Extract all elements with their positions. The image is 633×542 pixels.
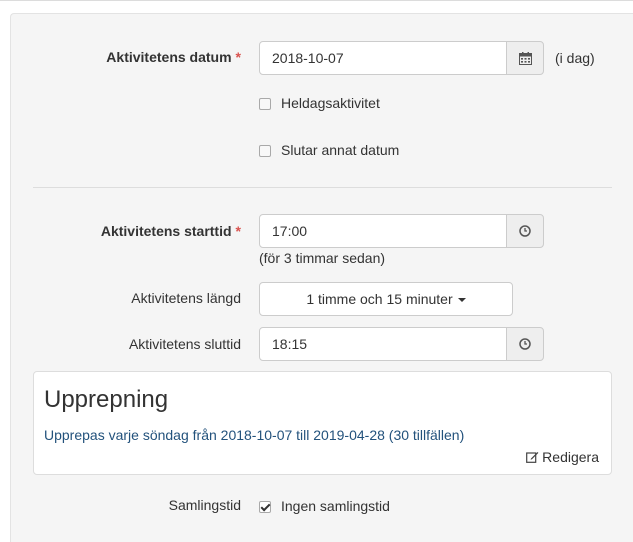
date-relative-text: (i dag) xyxy=(555,50,595,66)
repeat-panel: Upprepning Upprepas varje söndag från 20… xyxy=(33,371,612,475)
start-time-value: 17:00 xyxy=(272,223,308,239)
clock-icon xyxy=(519,338,531,350)
start-time-label-text: Aktivitetens starttid xyxy=(100,223,232,239)
date-input-value: 2018-10-07 xyxy=(272,50,344,66)
end-other-date-checkbox[interactable] xyxy=(259,145,271,157)
calendar-icon xyxy=(518,51,532,65)
duration-dropdown[interactable]: 1 timme och 15 minuter xyxy=(259,282,513,316)
caret-down-icon xyxy=(457,298,466,303)
duration-label: Aktivitetens längd xyxy=(131,290,241,306)
date-label-text: Aktivitetens datum xyxy=(106,49,232,65)
start-time-label: Aktivitetens starttid * xyxy=(101,223,241,239)
all-day-label[interactable]: Heldagsaktivitet xyxy=(281,95,380,111)
date-label: Aktivitetens datum * xyxy=(106,49,241,65)
date-input[interactable]: 2018-10-07 xyxy=(259,41,507,75)
end-time-picker-button[interactable] xyxy=(506,327,544,361)
no-gathering-checkbox[interactable] xyxy=(259,501,271,513)
repeat-edit-link[interactable]: Redigera xyxy=(526,449,599,465)
end-other-date-label[interactable]: Slutar annat datum xyxy=(281,142,399,158)
top-divider xyxy=(0,0,633,1)
end-time-input[interactable]: 18:15 xyxy=(259,327,507,361)
repeat-description[interactable]: Upprepas varje söndag från 2018-10-07 ti… xyxy=(44,427,464,443)
section-divider xyxy=(33,187,612,188)
start-time-input[interactable]: 17:00 xyxy=(259,214,507,248)
date-picker-button[interactable] xyxy=(506,41,544,75)
edit-icon xyxy=(526,452,539,463)
all-day-checkbox[interactable] xyxy=(259,98,271,110)
repeat-edit-label: Redigera xyxy=(542,449,599,465)
date-required-marker: * xyxy=(235,49,241,65)
duration-value: 1 timme och 15 minuter xyxy=(306,291,453,307)
repeat-title: Upprepning xyxy=(44,386,169,413)
end-time-value: 18:15 xyxy=(272,336,308,352)
start-time-hint: (för 3 timmar sedan) xyxy=(259,250,386,266)
no-gathering-label[interactable]: Ingen samlingstid xyxy=(281,498,390,514)
start-required-marker: * xyxy=(235,223,241,239)
gathering-label: Samlingstid xyxy=(168,497,241,513)
clock-icon xyxy=(519,225,531,237)
start-time-picker-button[interactable] xyxy=(506,214,544,248)
end-time-label: Aktivitetens sluttid xyxy=(128,336,241,352)
